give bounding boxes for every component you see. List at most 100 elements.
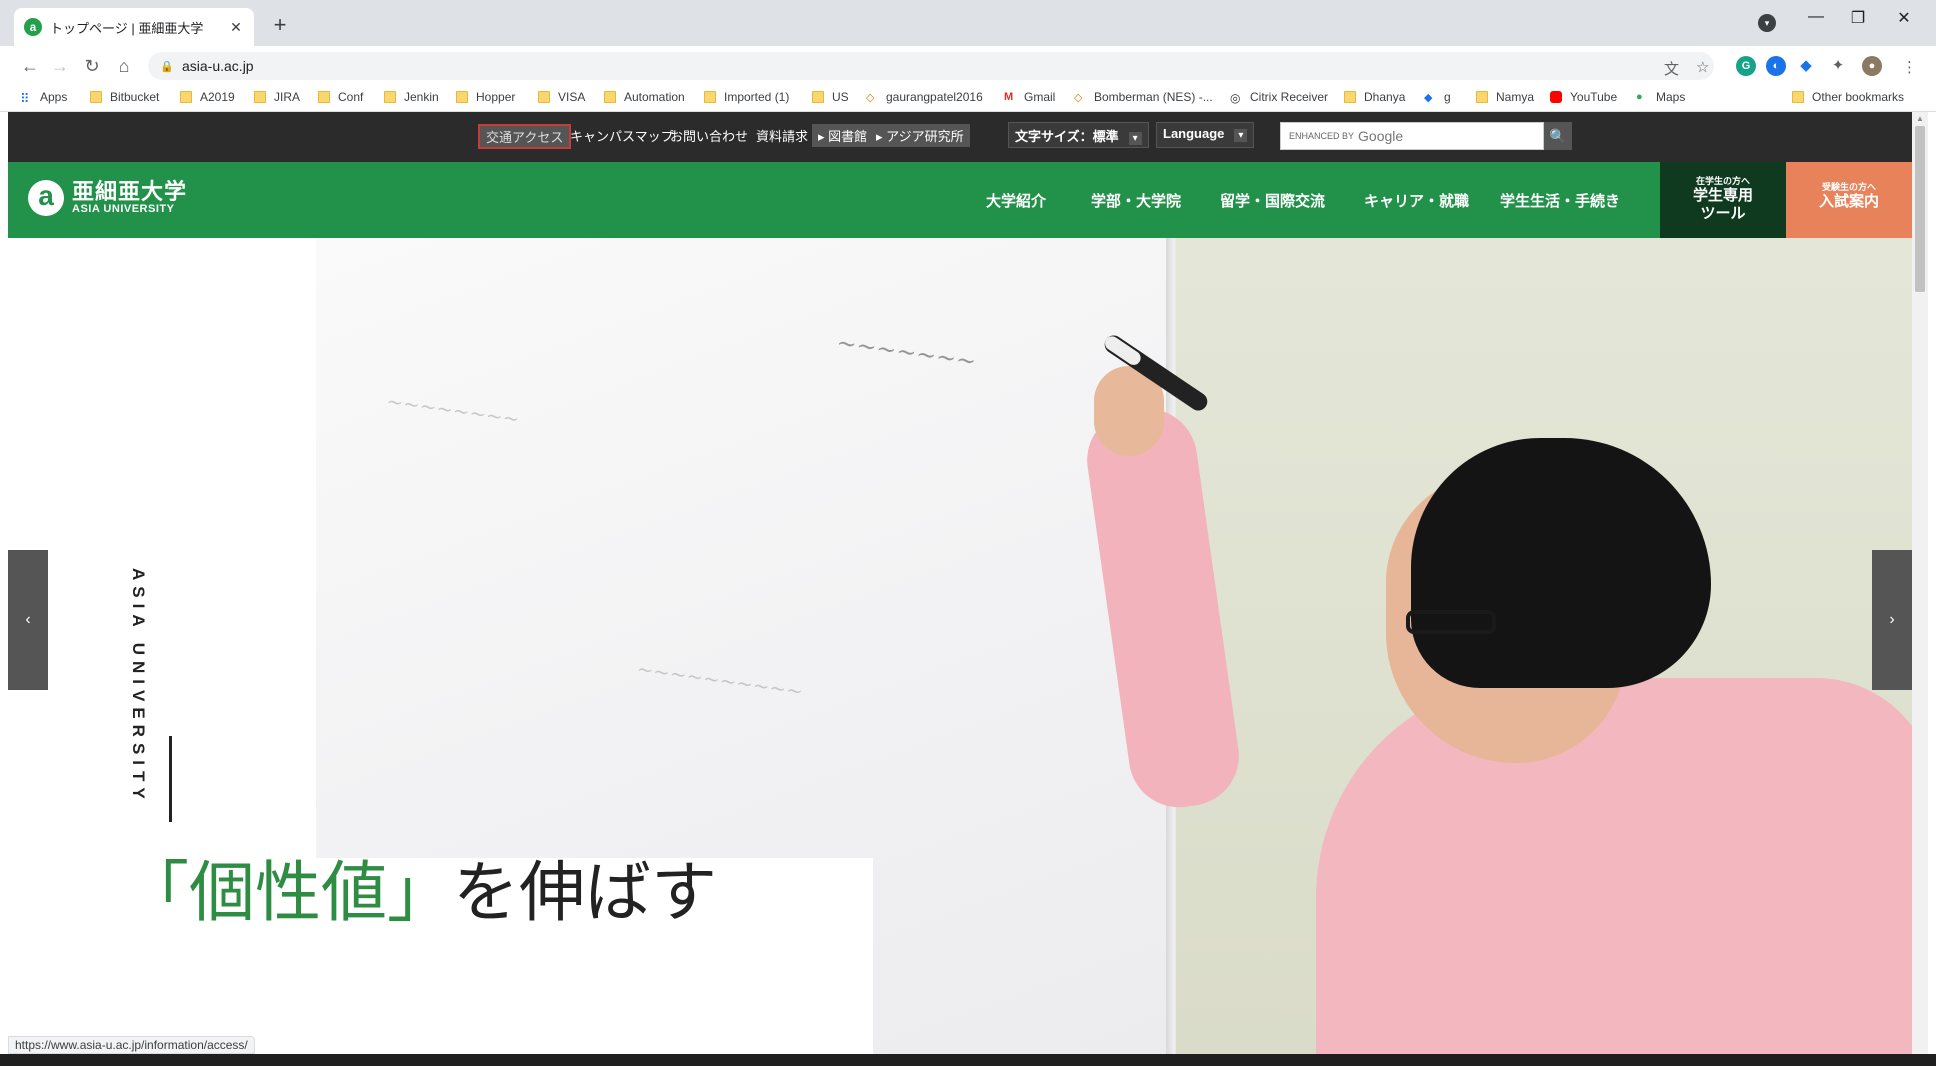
grammarly-extension-icon[interactable]: G	[1736, 56, 1756, 76]
restore-button[interactable]: ❐	[1838, 8, 1878, 28]
bookmark-label: gaurangpatel2016	[886, 90, 983, 104]
forward-icon[interactable]: →	[48, 54, 72, 78]
reload-icon[interactable]: ↻	[80, 54, 104, 78]
nav-career[interactable]: キャリア・就職	[1364, 190, 1469, 211]
folder-icon	[604, 91, 616, 103]
bookmark-label: Imported (1)	[724, 90, 790, 104]
link-contact[interactable]: お問い合わせ	[670, 126, 748, 145]
bookmark-label: Dhanya	[1364, 90, 1406, 104]
tab-title: トップページ | 亜細亜大学	[50, 20, 204, 36]
hero-divider	[169, 736, 172, 822]
student-line1: 学生専用	[1692, 187, 1753, 204]
link-library[interactable]: ▸ 図書館	[812, 124, 874, 147]
diamond-extension-icon[interactable]: ◆	[1796, 56, 1816, 76]
bookmark-item[interactable]: Conf	[318, 90, 363, 104]
bookmark-item[interactable]: US	[812, 90, 849, 104]
scroll-up-icon[interactable]: ▲	[1915, 114, 1925, 124]
bookmark-label: Bomberman (NES) -...	[1094, 90, 1213, 104]
search-icon[interactable]: 🔍	[1544, 122, 1572, 150]
folder-icon	[538, 91, 550, 103]
bookmarks-bar: ⠿ Apps Bitbucket A2019 JIRA Conf Jenkin Hopper V…	[0, 86, 1936, 112]
folder-icon	[456, 91, 468, 103]
student-tools-button[interactable]: 在学生の方へ 学生専用 ツール	[1660, 162, 1786, 238]
language-dropdown[interactable]: Language ▾	[1156, 122, 1255, 148]
language-label: Language	[1163, 126, 1225, 141]
bookmark-label: Hopper	[476, 90, 516, 104]
bookmark-label: Apps	[40, 90, 68, 104]
bookmark-item[interactable]: ◆ g	[1424, 90, 1451, 104]
bookmark-item[interactable]: ◎ Citrix Receiver	[1230, 90, 1328, 105]
tab-strip: a トップページ | 亜細亜大学 ✕ + ▾ — ❐ ✕	[0, 0, 1936, 46]
browser-window: a トップページ | 亜細亜大学 ✕ + ▾ — ❐ ✕ ← → ↻ ⌂ 🔒 a…	[0, 0, 1936, 1066]
web-page: 交通アクセス キャンパスマップ お問い合わせ 資料請求 ▸ 図書館 ▸ アジア研…	[8, 112, 1912, 1066]
bookmark-item[interactable]: ⠿ Apps	[20, 90, 68, 106]
bookmark-item[interactable]: Jenkin	[384, 90, 439, 104]
lock-icon: 🔒	[160, 60, 174, 73]
link-campus-map[interactable]: キャンパスマップ	[570, 126, 674, 145]
bookmark-label: Bitbucket	[110, 90, 160, 104]
bookmark-label: Maps	[1656, 90, 1686, 104]
bookmark-star-icon[interactable]: ☆	[1696, 58, 1709, 76]
browser-toolbar: ← → ↻ ⌂ 🔒 asia-u.ac.jp 文 ☆ G ◐ ◆ ✦ ● ⋮	[0, 46, 1936, 86]
profile-avatar[interactable]: ●	[1862, 56, 1882, 76]
bookmark-label: Namya	[1496, 90, 1535, 104]
bookmark-item[interactable]: ● Maps	[1636, 90, 1685, 104]
bookmark-item[interactable]: Imported (1)	[704, 90, 789, 104]
main-header: a 亜細亜大学 ASIA UNIVERSITY 大学紹介 学部・大学院 留学・国…	[8, 162, 1912, 238]
minimize-button[interactable]: —	[1796, 8, 1836, 26]
scrollbar-thumb[interactable]	[1915, 126, 1925, 292]
chevron-down-icon: ▾	[1234, 129, 1248, 142]
puzzle-extensions-icon[interactable]: ✦	[1828, 56, 1848, 76]
bookmark-label: Jenkin	[404, 90, 439, 104]
folder-icon	[318, 91, 330, 103]
site-logo[interactable]: a 亜細亜大学 ASIA UNIVERSITY	[28, 180, 187, 216]
bookmark-item[interactable]: VISA	[538, 90, 585, 104]
browser-tab[interactable]: a トップページ | 亜細亜大学 ✕	[14, 8, 254, 46]
bookmark-item[interactable]: YouTube	[1550, 90, 1617, 104]
other-bookmarks[interactable]: Other bookmarks	[1792, 90, 1904, 104]
close-window-button[interactable]: ✕	[1884, 8, 1924, 28]
hero-slider: ~~~~~~~ ~~~~~~~~ ~~~~~~~~~~ ASIA UNIVERS…	[8, 238, 1912, 1066]
back-icon[interactable]: ←	[18, 54, 42, 78]
bookmark-item[interactable]: Dhanya	[1344, 90, 1405, 104]
extension-icon[interactable]: ◐	[1766, 56, 1786, 76]
nav-faculties[interactable]: 学部・大学院	[1091, 190, 1181, 211]
font-size-dropdown[interactable]: 文字サイズ：標準 ▾	[1008, 122, 1149, 148]
nav-student-life[interactable]: 学生生活・手続き	[1500, 190, 1620, 211]
link-request-materials[interactable]: 資料請求	[756, 126, 808, 145]
folder-icon	[90, 91, 102, 103]
address-bar[interactable]: 🔒 asia-u.ac.jp	[148, 52, 1714, 80]
slider-next-button[interactable]: ›	[1872, 550, 1912, 690]
nav-study-abroad[interactable]: 留学・国際交流	[1220, 190, 1325, 211]
bookmark-item[interactable]: Namya	[1476, 90, 1534, 104]
link-access[interactable]: 交通アクセス	[478, 124, 572, 149]
tab-search-icon[interactable]: ▾	[1758, 14, 1776, 32]
admissions-button[interactable]: 受験生の方へ 入試案内	[1786, 162, 1912, 238]
site-icon: ◇	[866, 92, 875, 104]
logo-mark-icon: a	[28, 180, 64, 216]
bookmark-label: Conf	[338, 90, 364, 104]
bookmark-item[interactable]: ◇ gaurangpatel2016	[866, 90, 983, 104]
home-icon[interactable]: ⌂	[112, 54, 136, 78]
bookmark-item[interactable]: A2019	[180, 90, 235, 104]
slider-prev-button[interactable]: ‹	[8, 550, 48, 690]
bookmark-item[interactable]: Automation	[604, 90, 685, 104]
translate-icon[interactable]: 文	[1664, 58, 1679, 79]
link-asia-institute[interactable]: ▸ アジア研究所	[870, 124, 970, 147]
tab-close-icon[interactable]: ✕	[228, 19, 244, 36]
bookmark-item[interactable]: ◇ Bomberman (NES) -...	[1074, 90, 1213, 104]
exam-small-label: 受験生の方へ	[1821, 182, 1876, 192]
bookmark-item[interactable]: Bitbucket	[90, 90, 159, 104]
bookmark-item[interactable]: Hopper	[456, 90, 515, 104]
google-brand: Google	[1358, 128, 1404, 144]
bookmark-item[interactable]: M Gmail	[1004, 90, 1055, 104]
folder-icon	[384, 91, 396, 103]
vertical-scrollbar[interactable]: ▲	[1912, 112, 1928, 1066]
site-search-input[interactable]: ENHANCED BY Google	[1280, 122, 1544, 150]
folder-icon	[1476, 91, 1488, 103]
bookmark-item[interactable]: JIRA	[254, 90, 300, 104]
nav-about[interactable]: 大学紹介	[986, 190, 1046, 211]
tagline-text: を伸ばす	[453, 854, 717, 931]
menu-kebab-icon[interactable]: ⋮	[1902, 58, 1917, 76]
new-tab-button[interactable]: +	[266, 12, 294, 40]
